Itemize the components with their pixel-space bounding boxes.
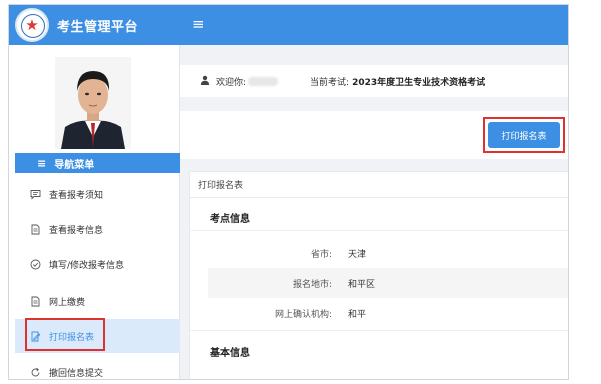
section-title-exam-site: 考点信息 bbox=[210, 214, 250, 225]
refresh-icon bbox=[29, 366, 41, 378]
user-icon bbox=[200, 75, 210, 88]
highlight-box bbox=[483, 117, 565, 153]
field-row-province: 省市: 天津 bbox=[208, 238, 568, 268]
sidebar-item-label: 网上缴费 bbox=[49, 297, 86, 308]
app-window: 考生管理平台 ≡ 导航菜单 查看报考须知 bbox=[8, 4, 569, 380]
profile-photo bbox=[55, 57, 131, 149]
nav-menu-title: 导航菜单 bbox=[54, 159, 95, 171]
sidebar-item-withdraw[interactable]: 撤回信息提交 bbox=[15, 355, 180, 379]
exam-name: 2023年度卫生专业技术资格考试 bbox=[352, 77, 486, 88]
chat-icon bbox=[29, 188, 41, 200]
section-title-basic-info: 基本信息 bbox=[210, 348, 250, 359]
avatar bbox=[55, 57, 131, 149]
field-label: 省市: bbox=[310, 249, 332, 260]
sidebar-item-label: 查看报考须知 bbox=[49, 190, 104, 201]
field-label: 网上确认机构: bbox=[274, 309, 332, 320]
highlight-box bbox=[25, 318, 105, 351]
document-icon bbox=[29, 223, 41, 235]
field-label: 报名地市: bbox=[292, 279, 332, 290]
field-row-city: 报名地市: 和平区 bbox=[208, 268, 568, 298]
nav-menu-header: ≡ 导航菜单 bbox=[15, 153, 180, 173]
exam-label: 当前考试: bbox=[310, 77, 350, 88]
field-value: 和平区 bbox=[348, 279, 376, 290]
sidebar-item-view-info[interactable]: 查看报考信息 bbox=[15, 212, 180, 246]
field-value: 和平 bbox=[348, 309, 367, 320]
sidebar-item-online-payment[interactable]: 网上缴费 bbox=[15, 284, 180, 318]
divider bbox=[190, 330, 568, 331]
brand-header: 考生管理平台 bbox=[9, 5, 180, 45]
field-value: 天津 bbox=[348, 249, 367, 260]
print-toolbar: 打印报名表 bbox=[180, 111, 568, 159]
welcome-label: 欢迎你: bbox=[216, 77, 247, 88]
document-icon bbox=[29, 295, 41, 307]
top-bar: ≡ bbox=[180, 5, 568, 45]
sidebar-item-label: 撤回信息提交 bbox=[49, 368, 104, 379]
check-circle-icon bbox=[29, 258, 41, 270]
welcome-bar: 欢迎你: 当前考试: 2023年度卫生专业技术资格考试 bbox=[180, 65, 568, 97]
field-row-confirm-org: 网上确认机构: 和平 bbox=[208, 298, 568, 328]
panel-title: 打印报名表 bbox=[190, 172, 568, 198]
app-title: 考生管理平台 bbox=[57, 19, 139, 35]
sidebar: 考生管理平台 ≡ 导航菜单 查看报考须知 bbox=[9, 5, 180, 379]
redacted-username bbox=[248, 76, 279, 86]
sidebar-item-edit-info[interactable]: 填写/修改报考信息 bbox=[15, 247, 180, 281]
sidebar-item-label: 填写/修改报考信息 bbox=[49, 260, 125, 271]
hamburger-menu-icon[interactable]: ≡ bbox=[192, 15, 205, 33]
sidebar-item-view-notice[interactable]: 查看报考须知 bbox=[15, 177, 180, 211]
menu-icon: ≡ bbox=[37, 156, 47, 170]
form-panel: 打印报名表 考点信息 省市: 天津 报名地市: 和平区 网上确认机构: 和平 基… bbox=[189, 171, 568, 379]
divider bbox=[190, 230, 568, 231]
logo-icon bbox=[15, 8, 49, 42]
sidebar-item-label: 查看报考信息 bbox=[49, 225, 104, 236]
